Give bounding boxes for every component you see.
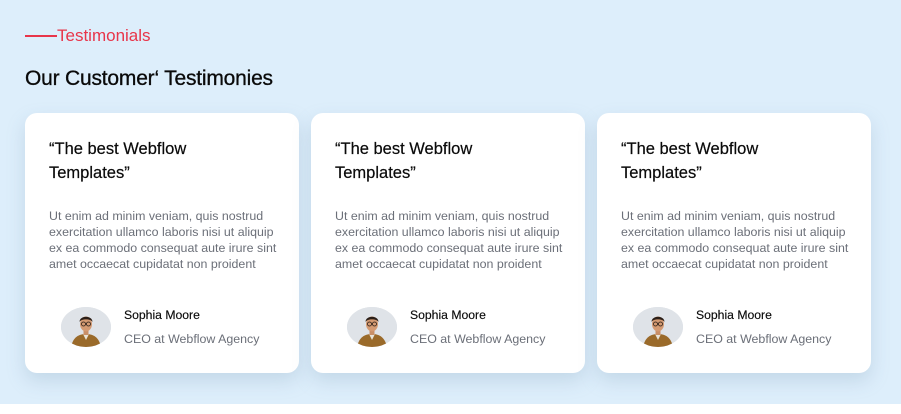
author-role: CEO at Webflow Agency bbox=[410, 332, 546, 346]
testimonial-quote: “The best Webflow Templates” bbox=[621, 140, 759, 182]
testimonial-author: Sophia Moore CEO at Webflow Agency bbox=[347, 307, 545, 347]
testimonial-quote: “The best Webflow Templates” bbox=[49, 140, 187, 182]
author-name: Sophia Moore bbox=[124, 308, 200, 322]
testimonial-body: Ut enim ad minim veniam, quis nostrud ex… bbox=[49, 209, 277, 271]
section-eyebrow: Testimonials bbox=[25, 26, 151, 46]
testimonial-cards: “The best Webflow Templates” Ut enim ad … bbox=[25, 113, 871, 373]
testimonial-card: “The best Webflow Templates” Ut enim ad … bbox=[311, 113, 585, 373]
testimonial-body: Ut enim ad minim veniam, quis nostrud ex… bbox=[621, 209, 849, 271]
avatar bbox=[347, 307, 397, 347]
author-name: Sophia Moore bbox=[696, 308, 772, 322]
testimonial-card: “The best Webflow Templates” Ut enim ad … bbox=[597, 113, 871, 373]
avatar bbox=[61, 307, 111, 347]
author-name: Sophia Moore bbox=[410, 308, 486, 322]
section-heading: Our Customer‘ Testimonies bbox=[25, 67, 273, 90]
eyebrow-label: Testimonials bbox=[57, 26, 151, 45]
testimonial-author: Sophia Moore CEO at Webflow Agency bbox=[61, 307, 259, 347]
author-role: CEO at Webflow Agency bbox=[696, 332, 832, 346]
author-role: CEO at Webflow Agency bbox=[124, 332, 260, 346]
testimonial-author: Sophia Moore CEO at Webflow Agency bbox=[633, 307, 831, 347]
testimonial-body: Ut enim ad minim veniam, quis nostrud ex… bbox=[335, 209, 563, 271]
page-bottom-edge bbox=[0, 404, 901, 414]
avatar bbox=[633, 307, 683, 347]
eyebrow-accent-line bbox=[25, 35, 57, 37]
testimonial-card: “The best Webflow Templates” Ut enim ad … bbox=[25, 113, 299, 373]
testimonial-quote: “The best Webflow Templates” bbox=[335, 140, 473, 182]
